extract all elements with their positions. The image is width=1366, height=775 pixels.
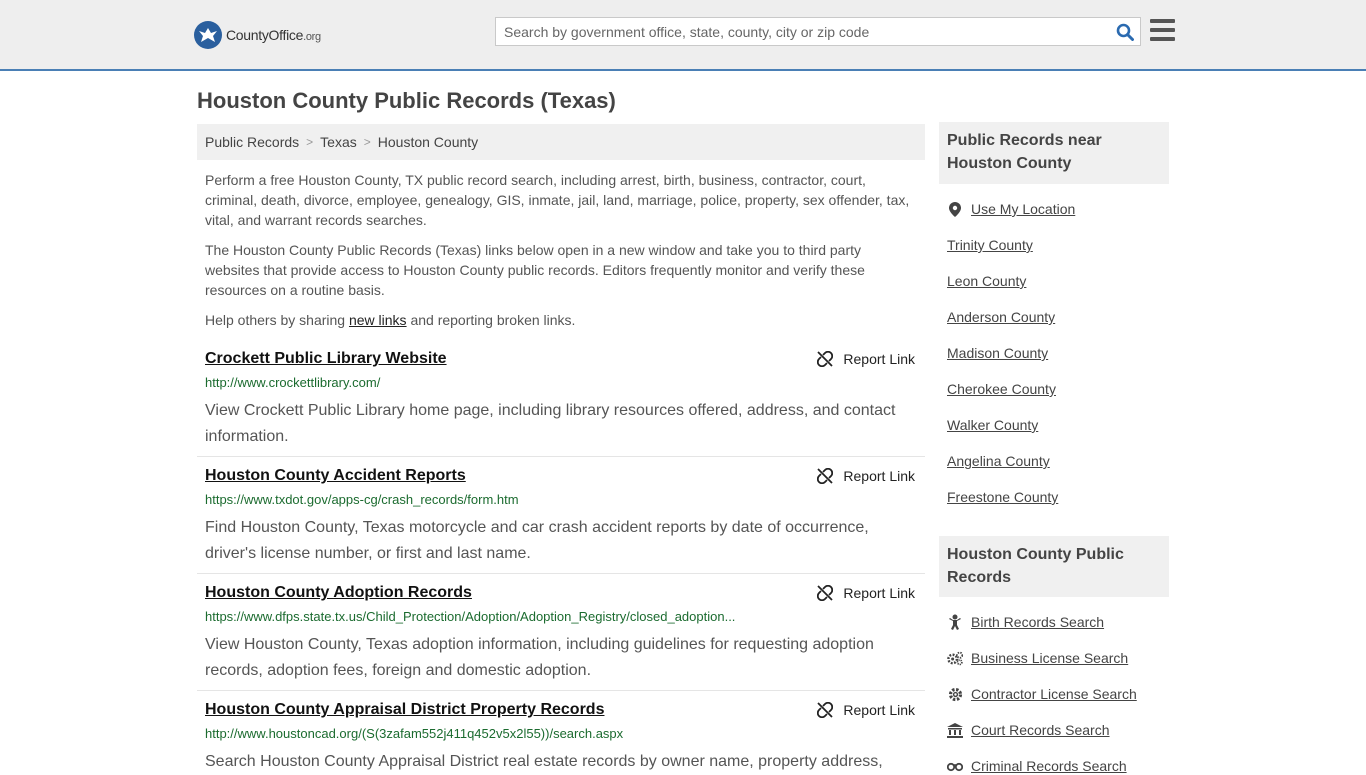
record-title-link[interactable]: Houston County Adoption Records <box>205 584 472 602</box>
search-icon[interactable] <box>1110 18 1140 45</box>
nearby-county-link[interactable]: Leon County <box>947 273 1026 289</box>
report-link-button[interactable]: Report Link <box>817 468 915 484</box>
nearby-county-label: Freestone County <box>947 489 1059 505</box>
nearby-county-link[interactable]: Freestone County <box>947 489 1058 505</box>
report-link-label: Report Link <box>843 468 915 484</box>
record-description: View Crockett Public Library home page, … <box>205 402 896 445</box>
logo-main-text: CountyOffice <box>226 27 304 43</box>
record-description: View Houston County, Texas adoption info… <box>205 636 874 679</box>
criminal-records-link[interactable]: Criminal Records Search <box>947 758 1127 774</box>
record-title-link[interactable]: Crockett Public Library Website <box>205 350 447 368</box>
logo-org-text: .org <box>303 31 321 43</box>
nearby-county-link[interactable]: Trinity County <box>947 237 1033 253</box>
gears-icon <box>947 650 963 666</box>
report-link-label: Report Link <box>843 702 915 718</box>
nearby-county-link[interactable]: Angelina County <box>947 453 1050 469</box>
intro-paragraph-2: The Houston County Public Records (Texas… <box>205 242 865 298</box>
nearby-county-label: Angelina County <box>947 453 1050 469</box>
nearby-county-label: Leon County <box>947 273 1027 289</box>
birth-records-label: Birth Records Search <box>971 614 1105 630</box>
business-license-link[interactable]: Business License Search <box>947 650 1128 666</box>
intro-paragraph-3: Help others by sharing new links and rep… <box>205 310 917 330</box>
use-my-location-link[interactable]: Use My Location <box>947 201 1075 217</box>
court-records-link[interactable]: Court Records Search <box>947 722 1110 738</box>
nearby-county-label: Anderson County <box>947 309 1056 325</box>
report-link-button[interactable]: Report Link <box>817 351 915 367</box>
page-title: Houston County Public Records (Texas) <box>197 88 616 113</box>
breadcrumb-houston-county[interactable]: Houston County <box>378 134 478 150</box>
birth-records-link[interactable]: Birth Records Search <box>947 614 1104 630</box>
new-links-link[interactable]: new links <box>349 312 407 328</box>
criminal-records-label: Criminal Records Search <box>971 758 1127 774</box>
nearby-records-heading: Public Records near Houston County <box>939 122 1169 184</box>
breadcrumb-public-records[interactable]: Public Records <box>205 134 299 150</box>
report-link-button[interactable]: Report Link <box>817 702 915 718</box>
contractor-license-link[interactable]: Contractor License Search <box>947 686 1137 702</box>
site-logo[interactable]: CountyOffice.org <box>194 21 321 49</box>
intro-paragraph-1: Perform a free Houston County, TX public… <box>205 172 910 228</box>
breadcrumb-texas[interactable]: Texas <box>320 134 357 150</box>
site-header: CountyOffice.org <box>0 0 1366 71</box>
record-description: Find Houston County, Texas motorcycle an… <box>205 519 869 562</box>
baby-icon <box>947 614 963 630</box>
nearby-county-label: Madison County <box>947 345 1049 361</box>
nearby-county-link[interactable]: Anderson County <box>947 309 1055 325</box>
record-url[interactable]: http://www.houstoncad.org/(S(3zafam552j4… <box>205 726 785 741</box>
broken-link-icon <box>817 585 834 601</box>
nearby-county-link[interactable]: Walker County <box>947 417 1038 433</box>
record-title-link[interactable]: Houston County Appraisal District Proper… <box>205 701 604 719</box>
intro-text: Help others by sharing <box>205 312 349 328</box>
search-input[interactable] <box>496 18 1110 45</box>
use-my-location-label: Use My Location <box>971 201 1076 217</box>
record-url[interactable]: https://www.txdot.gov/apps-cg/crash_reco… <box>205 492 785 507</box>
broken-link-icon <box>817 351 834 367</box>
broken-link-icon <box>817 468 834 484</box>
record-item: Houston County Accident Reports Report L… <box>197 467 925 574</box>
logo-text: CountyOffice.org <box>226 27 321 43</box>
nearby-county-label: Walker County <box>947 417 1039 433</box>
county-records-heading: Houston County Public Records <box>939 536 1169 597</box>
contractor-license-label: Contractor License Search <box>971 686 1137 702</box>
hamburger-menu-icon[interactable] <box>1150 19 1175 41</box>
handcuffs-icon <box>947 758 963 774</box>
record-url[interactable]: https://www.dfps.state.tx.us/Child_Prote… <box>205 609 785 624</box>
search-bar <box>495 17 1141 46</box>
broken-link-icon <box>817 702 834 718</box>
nearby-county-link[interactable]: Cherokee County <box>947 381 1056 397</box>
business-license-label: Business License Search <box>971 650 1129 666</box>
courthouse-icon <box>947 722 963 738</box>
report-link-label: Report Link <box>843 351 915 367</box>
breadcrumb: Public Records > Texas > Houston County <box>197 124 925 160</box>
nearby-county-label: Trinity County <box>947 237 1033 253</box>
record-item: Houston County Appraisal District Proper… <box>197 701 925 770</box>
report-link-label: Report Link <box>843 585 915 601</box>
record-item: Crockett Public Library Website Report L… <box>197 350 925 457</box>
nearby-county-link[interactable]: Madison County <box>947 345 1048 361</box>
nearby-county-label: Cherokee County <box>947 381 1056 397</box>
map-marker-icon <box>947 201 963 217</box>
eagle-seal-icon <box>194 21 222 49</box>
record-item: Houston County Adoption Records Report L… <box>197 584 925 691</box>
court-records-label: Court Records Search <box>971 722 1110 738</box>
report-link-button[interactable]: Report Link <box>817 585 915 601</box>
record-title-link[interactable]: Houston County Accident Reports <box>205 467 466 485</box>
record-url[interactable]: http://www.crockettlibrary.com/ <box>205 375 785 390</box>
breadcrumb-separator: > <box>306 135 314 149</box>
breadcrumb-separator: > <box>363 135 371 149</box>
record-description: Search Houston County Appraisal District… <box>205 753 883 770</box>
intro-text: and reporting broken links. <box>406 312 576 328</box>
gear-icon <box>947 686 963 702</box>
